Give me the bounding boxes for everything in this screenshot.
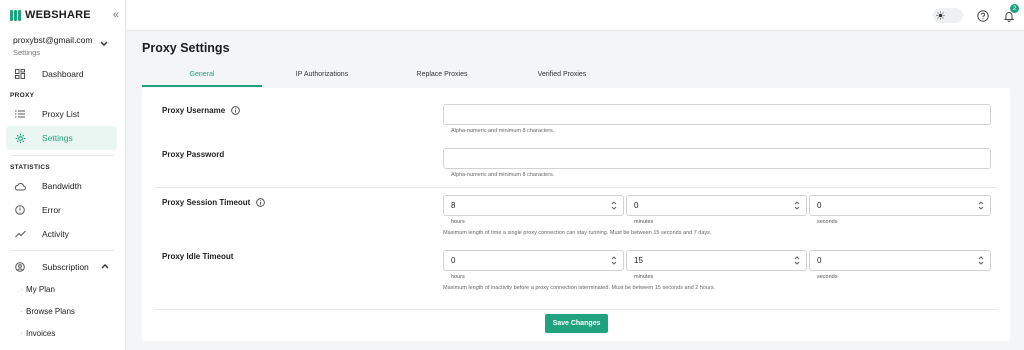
sidebar-item-label: Proxy List (42, 109, 80, 119)
field-label-text: Proxy Password (162, 150, 225, 159)
input-value: 15 (634, 256, 643, 265)
tab-ip-authorizations[interactable]: IP Authorizations (262, 67, 382, 87)
top-bar: 2 (127, 0, 1024, 31)
section-label-proxy: PROXY (10, 92, 35, 99)
input-value: 0 (451, 256, 456, 265)
cloud-icon (14, 180, 26, 192)
spinner-arrows-icon[interactable] (978, 200, 984, 211)
user-circle-icon (14, 261, 26, 273)
spinner-arrows-icon[interactable] (978, 255, 984, 266)
field-label-text: Proxy Idle Timeout (162, 252, 234, 261)
account-email: proxybst@gmail.com (13, 35, 93, 45)
spinner-arrows-icon[interactable] (794, 200, 800, 211)
unit-hours: hours (451, 274, 465, 280)
sidebar-subitem-browse-plans[interactable]: Browse Plans (20, 307, 75, 316)
list-icon (14, 108, 26, 120)
proxy-password-input[interactable] (443, 148, 991, 169)
proxy-username-label: Proxy Username (162, 106, 240, 115)
spinner-arrows-icon[interactable] (794, 255, 800, 266)
sidebar-subitem-my-plan[interactable]: My Plan (20, 285, 55, 294)
sidebar-subitem-invoices[interactable]: Invoices (20, 329, 55, 338)
session-hours-input[interactable]: 8 (443, 195, 624, 216)
sidebar-item-activity[interactable]: Activity (6, 222, 117, 246)
save-changes-button[interactable]: Save Changes (545, 314, 608, 333)
webshare-logo-icon (10, 9, 21, 21)
settings-tabs: General IP Authorizations Replace Proxie… (142, 67, 1010, 87)
chevron-down-icon[interactable] (100, 40, 108, 49)
input-value: 0 (634, 201, 639, 210)
proxy-password-label: Proxy Password (162, 150, 224, 159)
session-seconds-input[interactable]: 0 (809, 195, 991, 216)
chevron-up-icon[interactable] (101, 262, 109, 271)
spinner-arrows-icon[interactable] (611, 200, 617, 211)
info-icon[interactable] (231, 106, 240, 115)
proxy-username-hint: Alpha-numeric and minimum 8 characters. (451, 128, 555, 134)
sidebar-item-proxy-list[interactable]: Proxy List (6, 102, 117, 126)
unit-minutes: minutes (634, 274, 654, 280)
theme-toggle[interactable] (933, 8, 963, 23)
idle-timeout-hint: Maximum length of inactivity before a pr… (443, 285, 716, 291)
sidebar-item-label: Subscription (42, 262, 89, 272)
logo[interactable]: WEBSHARE (10, 9, 91, 21)
sidebar-item-label: Dashboard (42, 69, 84, 79)
gear-icon (14, 132, 26, 144)
section-divider (154, 309, 998, 310)
account-selector[interactable]: proxybst@gmail.com Settings (13, 35, 92, 57)
sidebar-item-dashboard[interactable]: Dashboard (6, 62, 117, 86)
input-value: 0 (817, 256, 822, 265)
tab-verified-proxies[interactable]: Verified Proxies (502, 67, 622, 87)
proxy-idle-timeout-label: Proxy Idle Timeout (162, 252, 233, 261)
account-subtitle: Settings (13, 48, 41, 57)
sidebar-item-label: Bandwidth (42, 181, 82, 191)
sidebar: WEBSHARE « proxybst@gmail.com Settings D… (0, 0, 126, 350)
sidebar-item-error[interactable]: Error (6, 198, 117, 222)
section-label-statistics: STATISTICS (10, 164, 50, 171)
sidebar-divider (10, 155, 114, 156)
session-timeout-hint: Maximum length of time a single proxy co… (443, 230, 712, 236)
proxy-session-timeout-label: Proxy Session Timeout (162, 198, 266, 207)
settings-panel: Proxy Username Alpha-numeric and minimum… (142, 88, 1010, 341)
sidebar-item-bandwidth[interactable]: Bandwidth (6, 174, 117, 198)
field-label-text: Proxy Session Timeout (162, 198, 251, 207)
alert-circle-icon (14, 204, 26, 216)
sidebar-divider (10, 250, 114, 251)
tab-replace-proxies[interactable]: Replace Proxies (382, 67, 502, 87)
page-title: Proxy Settings (142, 41, 230, 55)
idle-minutes-input[interactable]: 15 (626, 250, 807, 271)
unit-minutes: minutes (634, 219, 654, 225)
sidebar-item-label: Error (42, 205, 61, 215)
input-value: 0 (817, 201, 822, 210)
collapse-sidebar-icon[interactable]: « (113, 9, 119, 21)
idle-seconds-input[interactable]: 0 (809, 250, 991, 271)
section-divider (154, 187, 998, 188)
trending-icon (14, 228, 26, 240)
input-value: 8 (451, 201, 456, 210)
tab-general[interactable]: General (142, 67, 262, 87)
field-label-text: Proxy Username (162, 106, 226, 115)
session-minutes-input[interactable]: 0 (626, 195, 807, 216)
spinner-arrows-icon[interactable] (611, 255, 617, 266)
help-icon[interactable] (977, 9, 989, 22)
sidebar-item-settings[interactable]: Settings (6, 126, 117, 150)
unit-hours: hours (451, 219, 465, 225)
sidebar-item-label: Activity (42, 229, 69, 239)
unit-seconds: seconds (817, 219, 838, 225)
info-icon[interactable] (256, 198, 266, 207)
dashboard-icon (14, 68, 26, 80)
sidebar-item-label: Settings (42, 133, 73, 143)
unit-seconds: seconds (817, 274, 838, 280)
proxy-username-input[interactable] (443, 104, 991, 125)
notification-badge: 2 (1010, 4, 1019, 13)
sun-icon (936, 11, 945, 20)
idle-hours-input[interactable]: 0 (443, 250, 624, 271)
brand-name: WEBSHARE (25, 9, 91, 21)
proxy-password-hint: Alpha-numeric and minimum 8 characters. (451, 172, 555, 178)
